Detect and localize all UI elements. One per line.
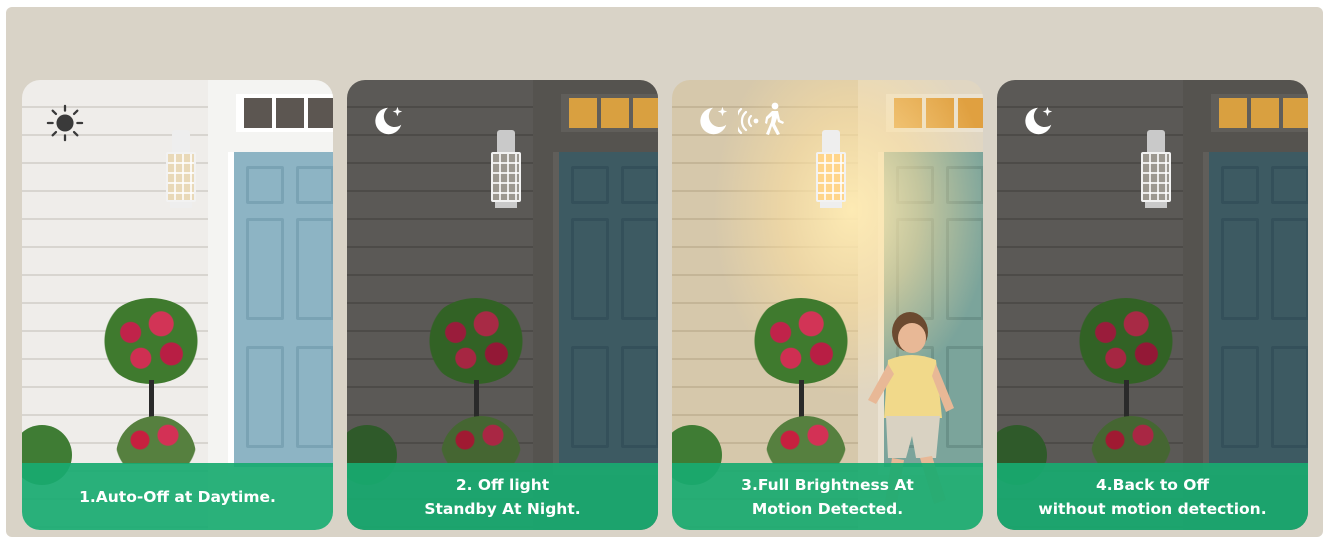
- wall-lantern: [1139, 130, 1173, 208]
- panel-daytime: 1.Auto-Off at Daytime.: [22, 80, 333, 530]
- window-pane: [1283, 98, 1308, 128]
- door-panel: [296, 218, 333, 320]
- door-panel: [1271, 218, 1308, 320]
- flower-topiary: [1069, 298, 1189, 478]
- caption-bar: 2. Off light Standby At Night.: [347, 463, 658, 530]
- window-pane: [308, 98, 333, 128]
- caption-line: Standby At Night.: [424, 499, 581, 518]
- door-panel: [571, 218, 609, 320]
- caption-line: without motion detection.: [1038, 499, 1267, 518]
- panel-back-to-off: 4.Back to Off without motion detection.: [997, 80, 1308, 530]
- flower-topiary: [744, 298, 864, 478]
- person-walking-icon: [765, 102, 784, 135]
- door-panel: [246, 166, 284, 204]
- caption-bar: 1.Auto-Off at Daytime.: [22, 463, 333, 530]
- door-panel: [1271, 346, 1308, 448]
- window-pane: [601, 98, 629, 128]
- door-panel: [621, 166, 658, 204]
- moon-icon: [375, 106, 403, 135]
- door-panel: [621, 218, 658, 320]
- caption-line: 4.Back to Off: [1095, 475, 1210, 494]
- door-panel: [571, 346, 609, 448]
- flower-topiary: [419, 298, 539, 478]
- transom-window: [1211, 94, 1308, 132]
- door-panel: [296, 166, 333, 204]
- front-door: [228, 152, 333, 467]
- wall-lantern: [164, 130, 198, 208]
- caption-bar: 3.Full Brightness At Motion Detected.: [672, 463, 983, 530]
- door-panel: [1271, 166, 1308, 204]
- caption-bar: 4.Back to Off without motion detection.: [997, 463, 1308, 530]
- window-pane: [633, 98, 658, 128]
- door-panel: [1221, 218, 1259, 320]
- door-panel: [296, 346, 333, 448]
- door-panel: [621, 346, 658, 448]
- flower-topiary: [94, 298, 214, 478]
- window-pane: [1219, 98, 1247, 128]
- wall-lantern: [489, 130, 523, 208]
- moon-icon: [1025, 106, 1053, 135]
- front-door: [553, 152, 658, 467]
- moon-icon: [700, 106, 728, 135]
- window-pane: [276, 98, 304, 128]
- sun-icon: [46, 104, 84, 142]
- caption-line: 3.Full Brightness At: [741, 475, 914, 494]
- door-panel: [246, 218, 284, 320]
- front-door: [1203, 152, 1308, 467]
- window-pane: [1251, 98, 1279, 128]
- door-panel: [1221, 346, 1259, 448]
- caption-line: 2. Off light: [455, 475, 550, 494]
- panel-standby-night: 2. Off light Standby At Night.: [347, 80, 658, 530]
- caption-line: Motion Detected.: [751, 499, 904, 518]
- window-pane: [244, 98, 272, 128]
- window-pane: [569, 98, 597, 128]
- motion-sensor-icon: [738, 108, 759, 134]
- wall-lantern-lit: [814, 130, 848, 208]
- caption-line: 1.Auto-Off at Daytime.: [79, 487, 276, 506]
- door-panel: [246, 346, 284, 448]
- transom-window: [236, 94, 333, 132]
- transom-window: [561, 94, 658, 132]
- door-panel: [571, 166, 609, 204]
- panel-motion-detected: 3.Full Brightness At Motion Detected.: [672, 80, 983, 530]
- door-panel: [1221, 166, 1259, 204]
